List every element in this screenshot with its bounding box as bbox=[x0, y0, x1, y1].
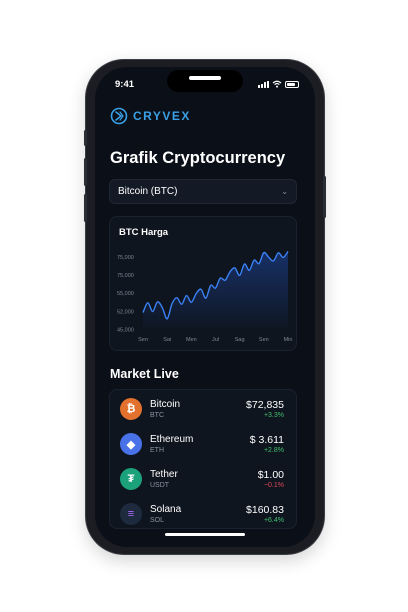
brand: CRYVEX bbox=[110, 107, 191, 125]
action-button bbox=[84, 130, 87, 146]
coin-symbol: ETH bbox=[150, 447, 164, 454]
notch-bar bbox=[189, 76, 221, 80]
solana-icon: ≡ bbox=[120, 503, 142, 525]
market-row[interactable]: ≡ Solana SOL $160.83 +6.4% bbox=[110, 497, 296, 532]
coin-symbol: SOL bbox=[150, 517, 165, 524]
coin-price: $ 3.611 bbox=[249, 434, 284, 446]
stage: 9:41 CRYVEX Grafik Cryptocurrency Bitcoi… bbox=[0, 0, 408, 612]
coin-change: +6.4% bbox=[263, 517, 284, 524]
x-tick-label: Sen bbox=[259, 337, 269, 343]
phone-screen: 9:41 CRYVEX Grafik Cryptocurrency Bitcoi… bbox=[95, 67, 315, 547]
coin-name: Bitcoin bbox=[150, 399, 181, 410]
y-tick-label: 52,000 bbox=[117, 309, 134, 315]
x-tick-label: Sai bbox=[163, 337, 171, 343]
bitcoin-icon: ₿ bbox=[120, 398, 142, 420]
coin-symbol: USDT bbox=[150, 482, 170, 489]
volume-down-button bbox=[84, 194, 87, 222]
ethereum-icon: ◆ bbox=[120, 433, 142, 455]
x-tick-label: Men bbox=[186, 337, 197, 343]
y-tick-label: 55,000 bbox=[117, 291, 134, 297]
y-tick-label: 45,000 bbox=[117, 328, 134, 334]
status-icons bbox=[258, 80, 299, 88]
coin-name: Solana bbox=[150, 504, 182, 515]
coin-price: $160.83 bbox=[246, 504, 284, 516]
wifi-icon bbox=[272, 80, 282, 88]
market-live-title: Market Live bbox=[110, 367, 179, 381]
tether-icon: ₮ bbox=[120, 468, 142, 490]
price-chart-card: BTC Harga 75,000 75,000 55,000 52,000 45,000… bbox=[109, 216, 297, 351]
coin-select-value: Bitcoin (BTC) bbox=[118, 186, 178, 197]
coin-name: Tether bbox=[150, 469, 178, 480]
market-row[interactable]: ₿ Bitcoin BTC $72,835 +3.3% bbox=[110, 392, 296, 427]
market-row[interactable]: ◆ Ethereum ETH $ 3.611 +2.8% bbox=[110, 427, 296, 462]
coin-name: Ethereum bbox=[150, 434, 194, 445]
price-chart: 75,000 75,000 55,000 52,000 45,000 Sen Sai Men J… bbox=[117, 250, 293, 343]
coin-select-dropdown[interactable]: Bitcoin (BTC) ⌄ bbox=[109, 179, 297, 204]
cryvex-logo-icon bbox=[110, 107, 128, 125]
y-tick-label: 75,000 bbox=[117, 255, 134, 261]
y-tick-label: 75,000 bbox=[117, 273, 134, 279]
brand-name: CRYVEX bbox=[133, 109, 191, 123]
home-indicator bbox=[165, 533, 245, 536]
page-title: Grafik Cryptocurrency bbox=[110, 149, 286, 167]
x-tick-label: Sen bbox=[138, 337, 148, 343]
x-tick-label: Jul bbox=[212, 337, 219, 343]
power-button bbox=[323, 176, 326, 218]
x-tick-label: Min bbox=[284, 337, 293, 343]
coin-change: +2.8% bbox=[263, 447, 284, 454]
coin-symbol: BTC bbox=[150, 412, 164, 419]
cellular-signal-icon bbox=[258, 81, 269, 88]
coin-price: $72,835 bbox=[246, 399, 284, 411]
x-tick-label: Sag bbox=[235, 337, 245, 343]
coin-change: −0.1% bbox=[263, 482, 284, 489]
chevron-down-icon: ⌄ bbox=[281, 187, 288, 196]
status-time: 9:41 bbox=[115, 79, 135, 90]
battery-icon bbox=[285, 81, 299, 88]
market-list: ₿ Bitcoin BTC $72,835 +3.3% ◆ Ethereum ETH $ 3.6… bbox=[109, 389, 297, 529]
market-row[interactable]: ₮ Tether USDT $1.00 −0.1% bbox=[110, 462, 296, 497]
price-area-fill bbox=[143, 251, 288, 329]
coin-price: $1.00 bbox=[257, 469, 284, 481]
dynamic-island bbox=[167, 70, 243, 92]
volume-up-button bbox=[84, 158, 87, 186]
coin-change: +3.3% bbox=[263, 412, 284, 419]
